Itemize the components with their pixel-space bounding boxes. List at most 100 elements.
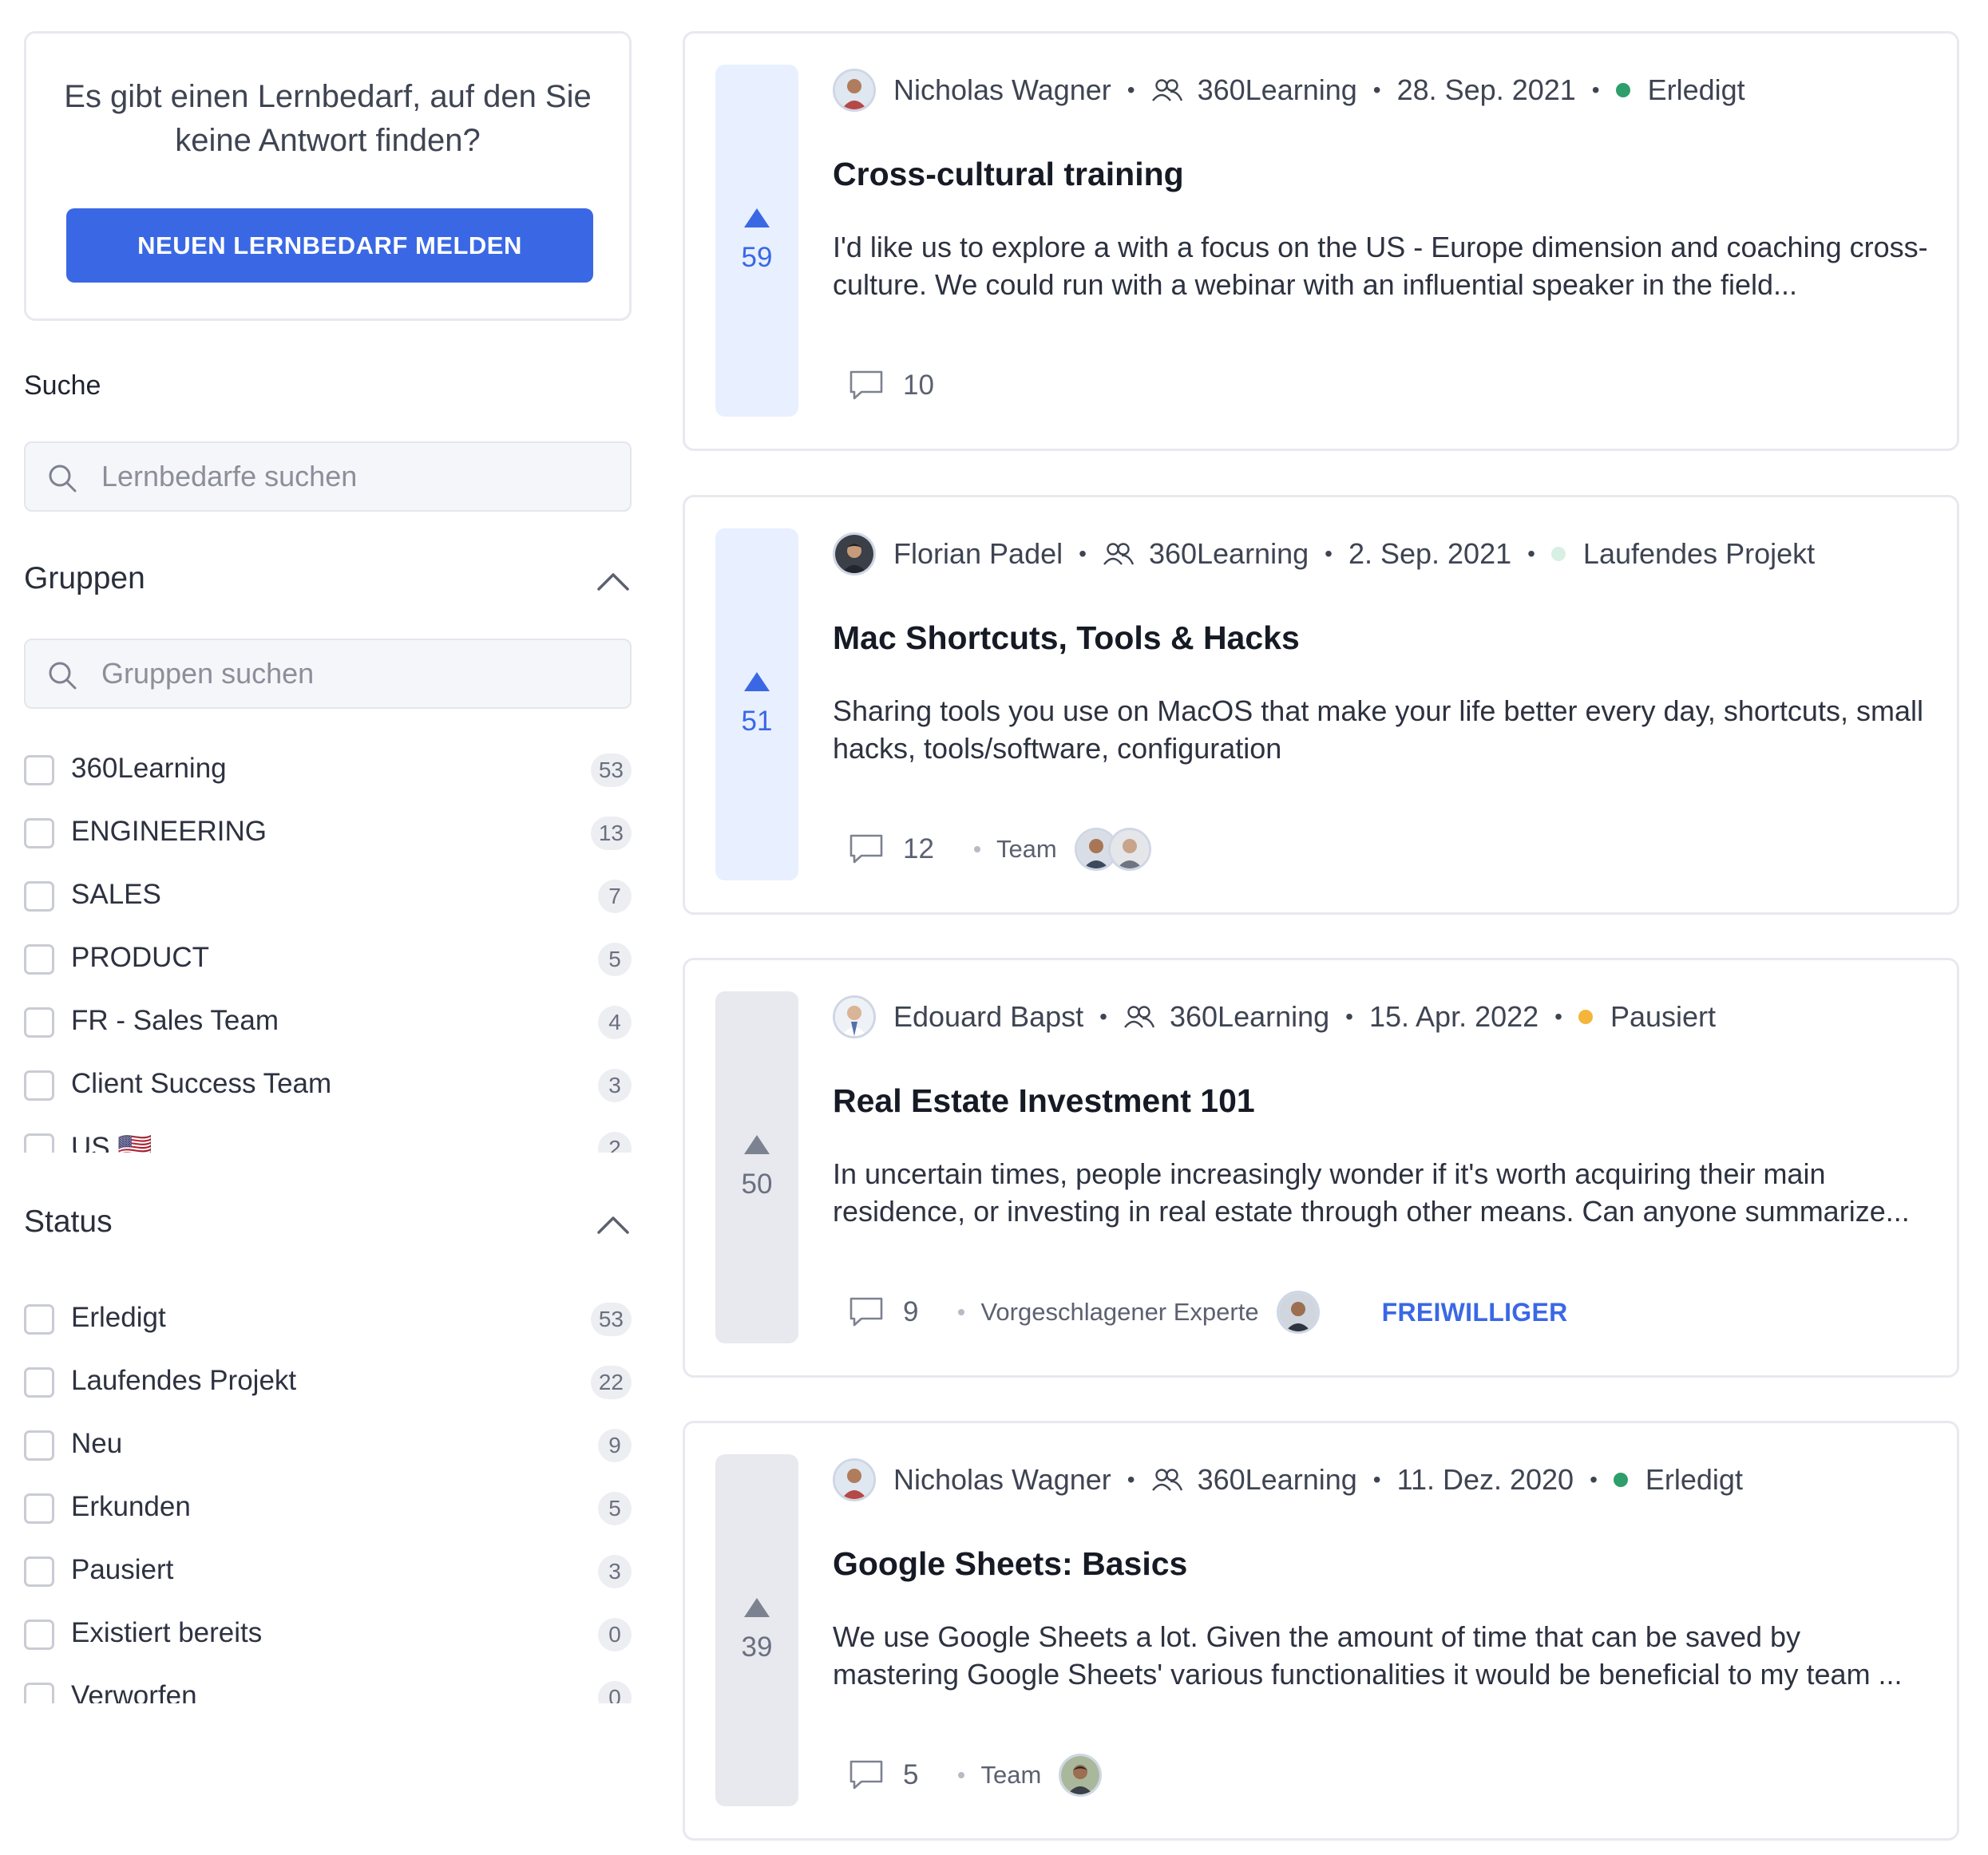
comment-count: 12 [903,833,934,864]
card-title[interactable]: Cross-cultural training [833,156,1184,193]
upvote-button[interactable]: 59 [715,65,798,417]
card-title[interactable]: Mac Shortcuts, Tools & Hacks [833,619,1300,657]
card-title[interactable]: Google Sheets: Basics [833,1545,1187,1583]
separator-dot: • [1345,1004,1353,1029]
checkbox[interactable] [24,1304,54,1335]
card-description: In uncertain times, people increasingly … [833,1157,1910,1228]
comment-icon[interactable] [849,1296,884,1328]
report-need-prompt: Es gibt einen Lernbedarf, auf den Sie ke… [64,79,592,158]
status-count-badge: 0 [598,1618,632,1651]
status-filter-item[interactable]: Erledigt 53 [24,1287,639,1350]
group-name[interactable]: 360Learning [1170,1000,1329,1034]
learning-need-card[interactable]: 51 Florian Padel • 360Learning • 2. Sep.… [683,495,1959,915]
status-filter-item[interactable]: Neu 9 [24,1413,639,1476]
checkbox[interactable] [24,755,54,785]
separator-dot: • [1527,541,1535,566]
groups-search[interactable] [24,639,632,709]
learning-needs-search-input[interactable] [101,443,612,510]
group-count-badge: 13 [590,817,632,850]
checkbox[interactable] [24,1430,54,1461]
author-name[interactable]: Nicholas Wagner [893,1463,1111,1497]
author-name[interactable]: Edouard Bapst [893,1000,1083,1034]
group-count-badge: 5 [598,943,632,976]
status-filter-item[interactable]: Verworfen 0 [24,1665,639,1703]
group-filter-item[interactable]: Client Success Team 3 [24,1053,639,1116]
team-label: Team [996,835,1057,863]
group-filter-item[interactable]: ENGINEERING 13 [24,801,639,864]
group-filter-label: SALES [71,879,161,910]
learning-needs-search[interactable] [24,441,632,512]
comment-icon[interactable] [849,833,884,865]
status-count-badge: 22 [590,1366,632,1399]
group-filter-item[interactable]: 360Learning 53 [24,738,639,801]
group-name[interactable]: 360Learning [1198,73,1357,107]
learning-need-card[interactable]: 39 Nicholas Wagner • 360Learning • 11. D… [683,1421,1959,1841]
author-name[interactable]: Florian Padel [893,537,1063,571]
status-filter-item[interactable]: Laufendes Projekt 22 [24,1350,639,1413]
comment-icon[interactable] [849,1759,884,1791]
card-meta: Florian Padel • 360Learning • 2. Sep. 20… [833,530,1815,578]
post-date: 15. Apr. 2022 [1368,1000,1539,1033]
status-label: Laufendes Projekt [1582,537,1816,570]
group-name[interactable]: 360Learning [1198,1463,1357,1497]
checkbox[interactable] [24,1367,54,1398]
status-indicator-dot [1615,83,1630,97]
status-filter-label: Neu [71,1428,123,1459]
upvote-button[interactable]: 39 [715,1454,798,1806]
checkbox[interactable] [24,1620,54,1650]
group-filter-item[interactable]: US 🇺🇸 2 [24,1116,639,1153]
checkbox[interactable] [24,1133,54,1153]
card-description: We use Google Sheets a lot. Given the am… [833,1620,1903,1691]
suggested-expert-avatar[interactable] [1276,1291,1320,1334]
group-count-badge: 3 [598,1069,632,1102]
group-filter-label: US 🇺🇸 [71,1132,152,1153]
status-filter-label: Pausiert [71,1554,174,1585]
status-filter-item[interactable]: Existiert bereits 0 [24,1602,639,1665]
group-name[interactable]: 360Learning [1149,537,1309,571]
upvote-button[interactable]: 50 [715,991,798,1343]
learning-need-card[interactable]: 50 Edouard Bapst • 360Learning • 15. Apr… [683,958,1959,1378]
checkbox[interactable] [24,818,54,848]
checkbox[interactable] [24,944,54,975]
status-filter-list: Erledigt 53 Laufendes Projekt 22 Neu 9 Erku… [24,1287,639,1703]
status-count-badge: 3 [598,1555,632,1588]
avatar[interactable] [833,69,876,112]
status-collapse-chevron-up-icon[interactable] [596,1214,630,1235]
checkbox[interactable] [24,1683,54,1703]
status-filter-item[interactable]: Erkunden 5 [24,1476,639,1539]
learning-need-card[interactable]: 59 Nicholas Wagner • 360Learning • 28. S… [683,31,1959,451]
status-filter-item[interactable]: Pausiert 3 [24,1539,639,1602]
groups-section-title: Gruppen [24,561,145,595]
search-icon [49,465,77,492]
group-icon [1151,1469,1182,1491]
card-title[interactable]: Real Estate Investment 101 [833,1082,1255,1120]
team-member-avatar[interactable] [1107,828,1151,871]
groups-search-input[interactable] [101,640,612,707]
group-filter-item[interactable]: PRODUCT 5 [24,927,639,990]
group-filter-item[interactable]: FR - Sales Team 4 [24,990,639,1053]
checkbox[interactable] [24,1070,54,1101]
separator-dot: • [1325,541,1333,566]
vote-count: 51 [741,705,773,737]
status-label: Pausiert [1610,1000,1717,1033]
team-member-avatar[interactable] [1059,1754,1103,1797]
checkbox[interactable] [24,1007,54,1038]
group-filter-label: FR - Sales Team [71,1005,279,1036]
comment-icon[interactable] [849,370,884,401]
checkbox[interactable] [24,881,54,912]
report-new-need-button[interactable]: NEUEN LERNBEDARF MELDEN [66,208,593,283]
upvote-arrow-icon [744,1597,770,1617]
card-description: I'd like us to explore a with a focus on… [833,231,1928,301]
volunteer-button[interactable]: FREIWILLIGER [1382,1298,1568,1327]
card-footer: 5 Team [849,1751,1103,1799]
groups-collapse-chevron-up-icon[interactable] [596,571,630,591]
checkbox[interactable] [24,1493,54,1524]
avatar[interactable] [833,995,876,1038]
avatar[interactable] [833,532,876,575]
group-filter-item[interactable]: SALES 7 [24,864,639,927]
status-indicator-dot [1550,547,1566,561]
checkbox[interactable] [24,1556,54,1587]
upvote-button[interactable]: 51 [715,528,798,880]
avatar[interactable] [833,1458,876,1501]
author-name[interactable]: Nicholas Wagner [893,73,1111,107]
